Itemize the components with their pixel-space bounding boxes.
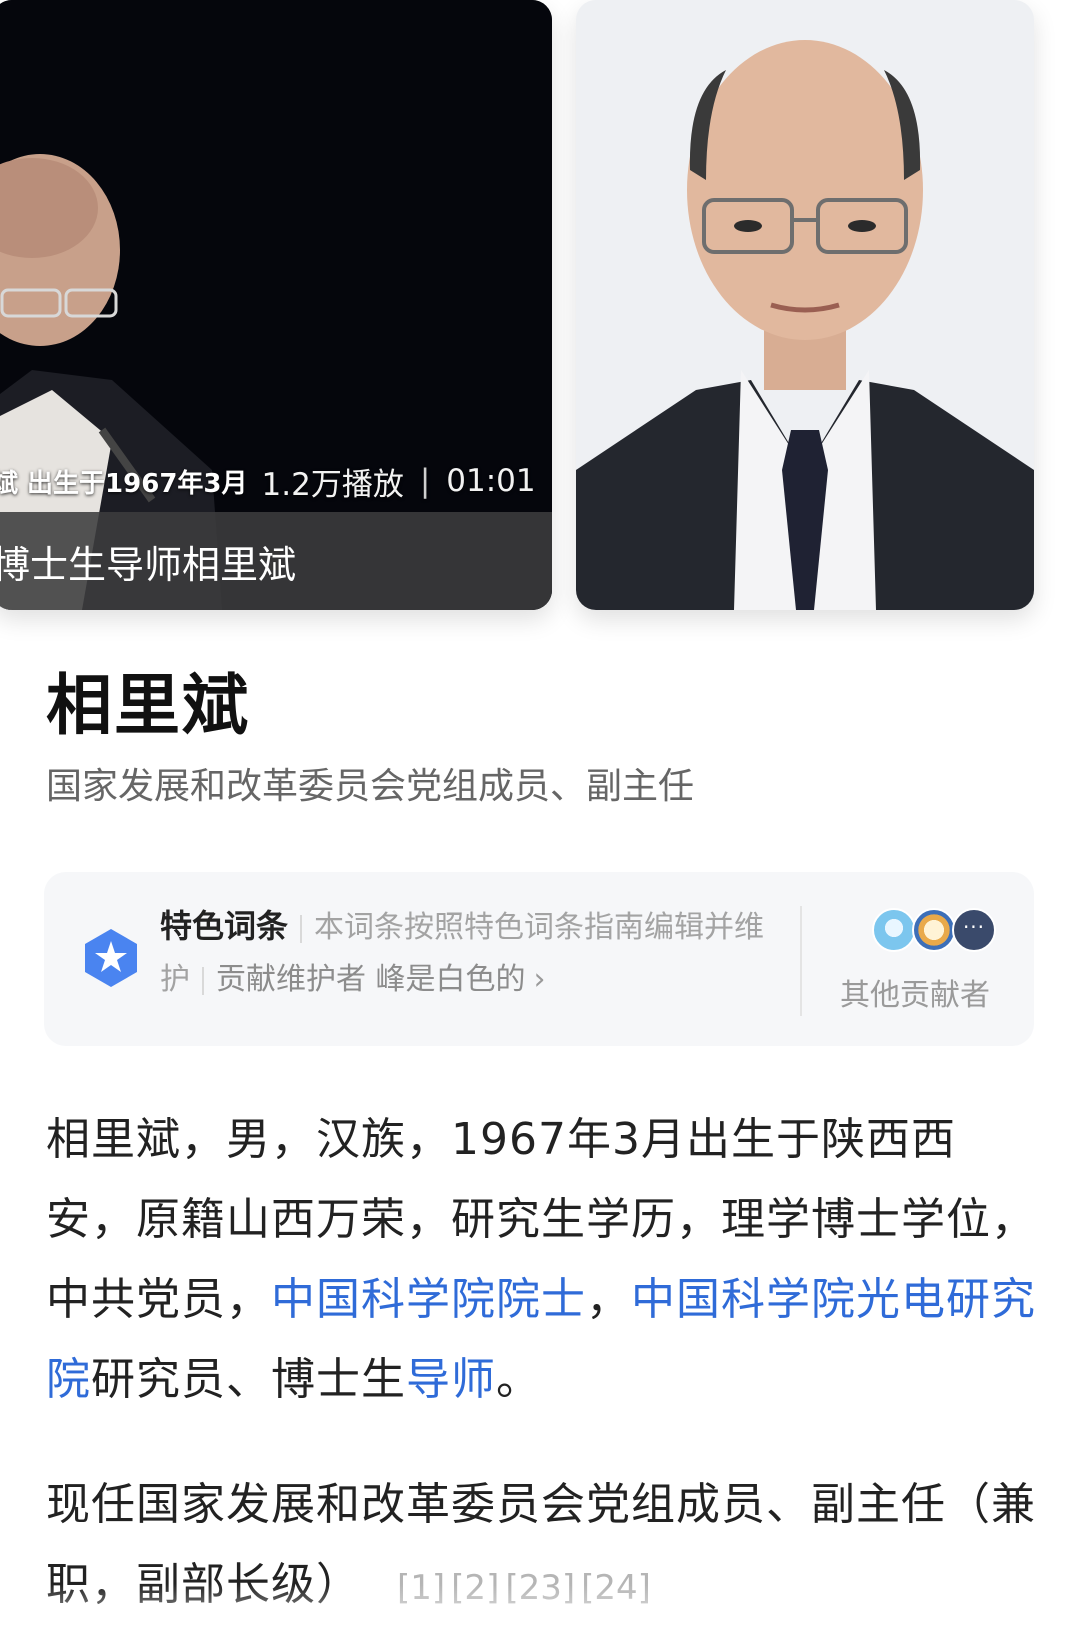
contributor-prefix: 贡献维护者: [216, 962, 366, 997]
avatar: [872, 908, 916, 952]
contributor-avatars: ···: [872, 908, 1002, 952]
link-cas-academician[interactable]: 中国科学院院士: [271, 1274, 586, 1325]
video-caption-bar: 博士生导师相里斌: [0, 512, 552, 610]
chevron-right-icon: ›: [533, 962, 546, 997]
reference-link[interactable]: [24]: [581, 1568, 651, 1608]
featured-entry-label: 特色词条: [160, 907, 289, 945]
video-card[interactable]: 斌 出生于1967年3月 1.2万播放 | 01:01 博士生导师相里斌: [0, 0, 552, 610]
text-segment: 。: [496, 1354, 541, 1405]
avatar: [912, 908, 956, 952]
more-dots-icon: ···: [962, 915, 986, 939]
intro-paragraph: 相里斌，男，汉族，1967年3月出生于陕西西安，原籍山西万荣，研究生学历，理学博…: [46, 1100, 1036, 1420]
other-contributors-label: 其他贡献者: [840, 978, 990, 1013]
reference-link[interactable]: [2]: [451, 1568, 499, 1608]
text-segment: ，: [586, 1274, 631, 1325]
featured-entry-box: 特色词条 本词条按照特色词条指南编辑并维护 贡献维护者 峰是白色的 › ··· 其他贡…: [44, 872, 1034, 1046]
photo-card[interactable]: [576, 0, 1034, 610]
video-meta: 斌 出生于1967年3月 1.2万播放 | 01:01: [0, 452, 552, 510]
link-supervisor[interactable]: 导师: [406, 1354, 496, 1405]
video-burnin-text: 斌 出生于1967年3月: [0, 468, 248, 499]
video-play-count: 1.2万播放: [261, 466, 404, 503]
featured-entry-text: 特色词条 本词条按照特色词条指南编辑并维护 贡献维护者 峰是白色的 ›: [160, 900, 780, 1006]
video-caption: 博士生导师相里斌: [0, 542, 297, 587]
video-duration: 01:01: [446, 463, 536, 499]
position-paragraph: 现任国家发展和改革委员会党组成员、副主任（兼职，副部长级） [1] [2] [23][…: [46, 1465, 1036, 1628]
page-title: 相里斌: [46, 667, 250, 744]
reference-link[interactable]: [23]: [505, 1568, 575, 1608]
references: [1] [2] [23] [24]: [397, 1568, 657, 1608]
other-contributors[interactable]: ··· 其他贡献者: [820, 896, 1020, 1026]
meta-separator: |: [419, 463, 431, 499]
text-segment: 研究员、博士生: [91, 1354, 406, 1405]
star-badge-icon: [85, 929, 137, 987]
contributor-link[interactable]: 贡献维护者 峰是白色的 ›: [216, 962, 546, 997]
more-avatar: ···: [952, 908, 996, 952]
contributor-name: 峰是白色的: [375, 962, 526, 997]
divider: [300, 914, 303, 943]
vertical-divider: [800, 906, 802, 1016]
divider: [202, 966, 204, 995]
reference-link[interactable]: [1]: [397, 1568, 445, 1608]
portrait-image: [576, 0, 1034, 610]
page-subtitle: 国家发展和改革委员会党组成员、副主任: [46, 766, 695, 807]
